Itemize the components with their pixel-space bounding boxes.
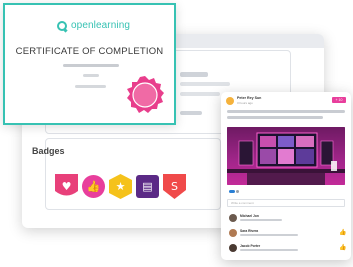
certificate-text-line <box>83 74 99 77</box>
post-timestamp: 3 hours ago <box>237 101 253 105</box>
badge-glyph: ▤ <box>142 180 153 193</box>
openlearning-logo: openlearning <box>57 20 130 31</box>
profile-text-line <box>180 92 220 96</box>
certificate-title: CERTIFICATE OF COMPLETION <box>15 46 164 57</box>
profile-text-line <box>180 72 208 77</box>
certificate-name-line <box>63 64 119 67</box>
certificate-text-line <box>75 85 106 88</box>
post-text-line <box>227 116 323 119</box>
comment-text-line <box>240 219 282 221</box>
post-image[interactable] <box>227 127 345 185</box>
badge-glyph: S <box>171 180 178 193</box>
comment-input[interactable]: Write a comment <box>227 199 345 207</box>
comment-author-name[interactable]: Sara Rivera <box>240 229 258 233</box>
reaction-indicator[interactable] <box>229 190 235 193</box>
post-text-line <box>227 110 345 113</box>
avatar[interactable] <box>229 229 237 237</box>
post-author-name[interactable]: Peter Rey Sun <box>237 96 261 100</box>
heart-icon[interactable]: ♥ <box>55 174 78 199</box>
badge-glyph: ♥ <box>61 180 72 193</box>
logo-text: openlearning <box>71 20 131 31</box>
comment-author-name[interactable]: Jacob Porter <box>240 244 260 248</box>
workstation-illustration <box>227 127 345 185</box>
avatar[interactable] <box>229 244 237 252</box>
openlearning-logo-icon <box>57 20 67 31</box>
superhero-icon[interactable]: S <box>163 174 186 199</box>
like-count-button[interactable]: + 10 <box>332 97 346 103</box>
avatar[interactable] <box>226 97 234 105</box>
comment-text-line <box>240 234 298 236</box>
certificate-card: openlearning CERTIFICATE OF COMPLETION <box>3 3 176 125</box>
feed-post-card: Peter Rey Sun 3 hours ago + 10 Write a c… <box>221 92 351 260</box>
reaction-indicator[interactable] <box>236 190 239 193</box>
book-icon[interactable]: ▤ <box>136 174 159 199</box>
certificate-seal-icon <box>127 76 164 113</box>
comment-input-placeholder: Write a comment <box>231 201 254 205</box>
avatar[interactable] <box>229 214 237 222</box>
profile-text-line <box>180 82 230 86</box>
star-icon[interactable]: ★ <box>109 174 132 199</box>
thumbs-up-icon[interactable]: 👍 <box>339 230 346 236</box>
thumbs-up-icon[interactable]: 👍 <box>339 245 346 251</box>
thumbs-up-icon[interactable]: 👍 <box>82 174 105 199</box>
profile-text-line <box>180 111 202 115</box>
badge-glyph: ★ <box>115 180 126 193</box>
comment-text-line <box>240 249 298 251</box>
badges-title: Badges <box>32 146 65 156</box>
badge-glyph: 👍 <box>86 180 101 193</box>
comment-author-name[interactable]: Michael Jon <box>240 214 259 218</box>
